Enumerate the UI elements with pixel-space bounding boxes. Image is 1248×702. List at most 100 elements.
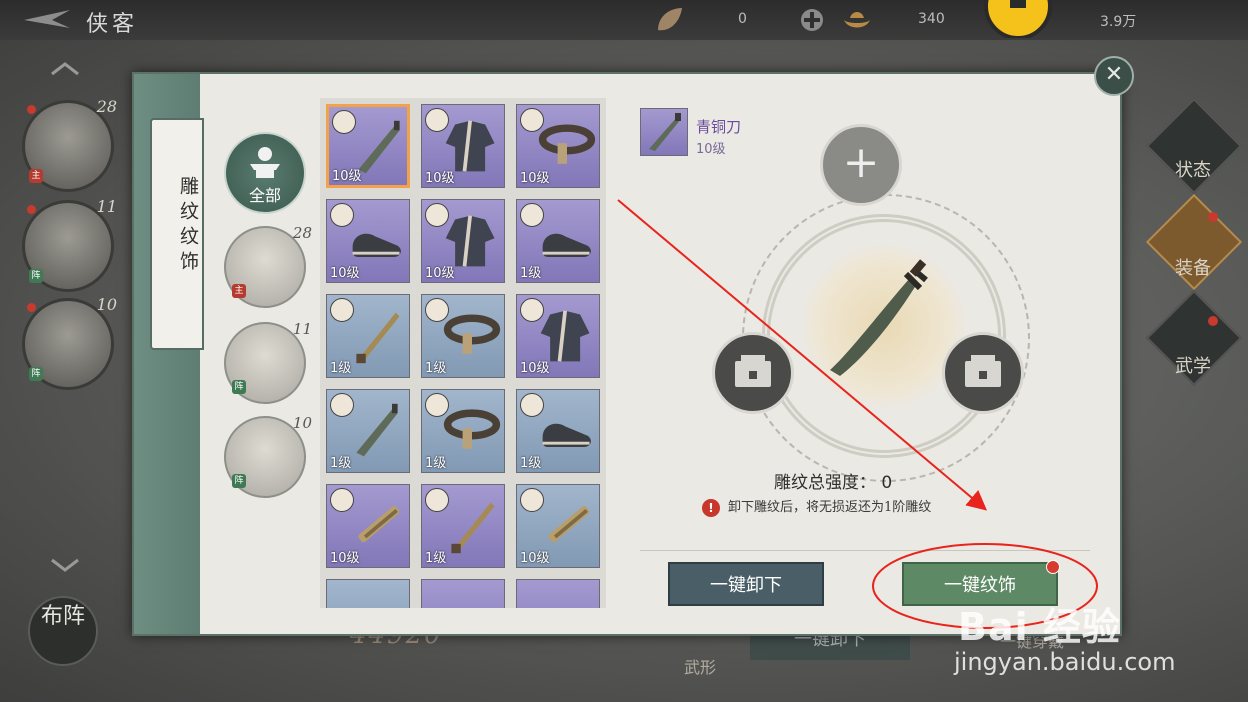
item-level: 10级 (425, 266, 455, 281)
resource-coin-count: 3.9万 (1100, 14, 1137, 30)
owner-avatar (330, 488, 354, 512)
filter-character-3[interactable]: 10 阵 (224, 414, 312, 498)
deploy-button[interactable]: 布阵 (28, 596, 98, 666)
roster-character-3[interactable]: 10 阵 (22, 295, 117, 390)
locked-slot-left[interactable] (712, 332, 794, 414)
item-level: 1级 (520, 266, 542, 281)
filter-tag: 阵 (232, 474, 246, 488)
back-arrow-icon[interactable] (22, 8, 72, 32)
equipment-item[interactable]: 10级 (421, 104, 505, 188)
owner-avatar (330, 393, 354, 417)
owner-avatar (425, 108, 449, 132)
equipment-item[interactable]: 10级 (516, 294, 600, 378)
owner-avatar (330, 203, 354, 227)
scroll-down-icon[interactable] (50, 558, 80, 572)
filter-level: 11 (292, 320, 312, 338)
equipment-item[interactable]: 1级 (326, 294, 410, 378)
equipment-item[interactable]: 1级 (516, 199, 600, 283)
item-level: 1级 (520, 456, 542, 471)
roster-character-1[interactable]: 28 主 (22, 97, 117, 192)
owner-avatar (332, 110, 356, 134)
menu-martial-label: 武学 (1175, 356, 1211, 377)
notification-dot (27, 105, 36, 114)
equipment-item[interactable]: 10级 (421, 199, 505, 283)
item-level: 10级 (520, 551, 550, 566)
locked-slot-right[interactable] (942, 332, 1024, 414)
roster-tag: 阵 (29, 269, 43, 283)
equipment-item[interactable]: 1级 (516, 389, 600, 473)
equipment-item[interactable]: 10级 (326, 104, 410, 188)
close-button[interactable]: ✕ (1094, 56, 1134, 96)
roster-character-2[interactable]: 11 阵 (22, 197, 117, 292)
equipment-item[interactable]: 10级 (516, 484, 600, 568)
unload-all-button[interactable]: 一键卸下 (668, 562, 824, 606)
equipment-grid: 10级 10级 10级 10级 10级 1级 1级 1级 10级 1级 1级 1级 10级 1级 10级 (320, 98, 606, 608)
owner-avatar (425, 298, 449, 322)
shoe-icon (542, 423, 591, 447)
owner-avatar (425, 488, 449, 512)
filter-tag: 阵 (232, 380, 246, 394)
equipment-item[interactable]: 10级 (326, 199, 410, 283)
item-level: 10级 (330, 551, 360, 566)
filter-all[interactable]: 全部 (224, 132, 306, 214)
filter-level: 28 (292, 224, 312, 242)
tab-engraving[interactable]: 雕纹纹饰 (150, 118, 204, 350)
scroll-up-icon[interactable] (50, 62, 80, 76)
lock-box-icon (965, 355, 1001, 387)
filter-character-1[interactable]: 28 主 (224, 224, 312, 308)
engraving-detail: 青铜刀 10级 + 雕纹总强度： 0 ! 卸下雕纹后，将无损返还为1阶雕纹 一键卸… (624, 98, 1104, 608)
sword-icon (356, 312, 400, 364)
lock-box-icon (735, 355, 771, 387)
equipment-item[interactable]: 1级 (421, 389, 505, 473)
item-level: 1级 (425, 551, 447, 566)
blade-icon (649, 113, 681, 151)
equipment-item[interactable]: 10级 (516, 104, 600, 188)
watermark-url: jingyan.baidu.com (954, 648, 1176, 676)
filter-level: 10 (292, 414, 312, 432)
owner-avatar (520, 203, 544, 227)
item-level: 10级 (332, 169, 362, 184)
owner-avatar (520, 393, 544, 417)
menu-equip-label: 装备 (1175, 258, 1211, 279)
equipment-item[interactable]: 1级 (421, 484, 505, 568)
filter-all-label: 全部 (248, 186, 281, 205)
equipment-item[interactable] (421, 579, 505, 608)
menu-status-label: 状态 (1175, 160, 1211, 181)
ingot-icon (844, 12, 870, 28)
belt-icon (443, 409, 501, 449)
owner-avatar (520, 298, 544, 322)
selected-item-icon (640, 108, 688, 156)
equipment-item[interactable] (326, 579, 410, 608)
equipment-item[interactable]: 10级 (326, 484, 410, 568)
roster-level: 10 (96, 295, 117, 314)
add-resource-icon[interactable] (798, 6, 828, 34)
item-level: 10级 (520, 361, 550, 376)
roster-level: 11 (96, 197, 117, 216)
engraving-modal: 雕纹纹饰 全部 28 主 11 阵 10 阵 10级 10级 10级 10级 10级 1级… (132, 72, 1122, 636)
selected-item-name: 青铜刀 (696, 118, 742, 136)
equipment-item[interactable]: 1级 (421, 294, 505, 378)
notification-dot (27, 205, 36, 214)
add-engraving-slot[interactable]: + (820, 124, 902, 206)
item-level: 1级 (330, 456, 352, 471)
engraving-strength: 雕纹总强度： 0 (774, 468, 892, 493)
owner-avatar (520, 108, 544, 132)
coin-icon (984, 0, 1052, 38)
strength-value: 0 (881, 473, 893, 493)
item-level: 1级 (425, 361, 447, 376)
equipment-item[interactable]: 1级 (326, 389, 410, 473)
owner-avatar (520, 488, 544, 512)
divider (640, 550, 1090, 551)
notice-text: 卸下雕纹后，将无损返还为1阶雕纹 (728, 500, 932, 515)
all-characters-icon (250, 147, 280, 178)
item-level: 1级 (425, 456, 447, 471)
strength-label: 雕纹总强度： (774, 473, 876, 493)
item-level: 10级 (520, 171, 550, 186)
owner-avatar (330, 298, 354, 322)
engrave-all-label: 一键纹饰 (944, 575, 1016, 596)
filter-tag: 主 (232, 284, 246, 298)
filter-character-2[interactable]: 11 阵 (224, 320, 312, 404)
owner-avatar (425, 393, 449, 417)
notification-dot (27, 303, 36, 312)
equipment-item[interactable] (516, 579, 600, 608)
